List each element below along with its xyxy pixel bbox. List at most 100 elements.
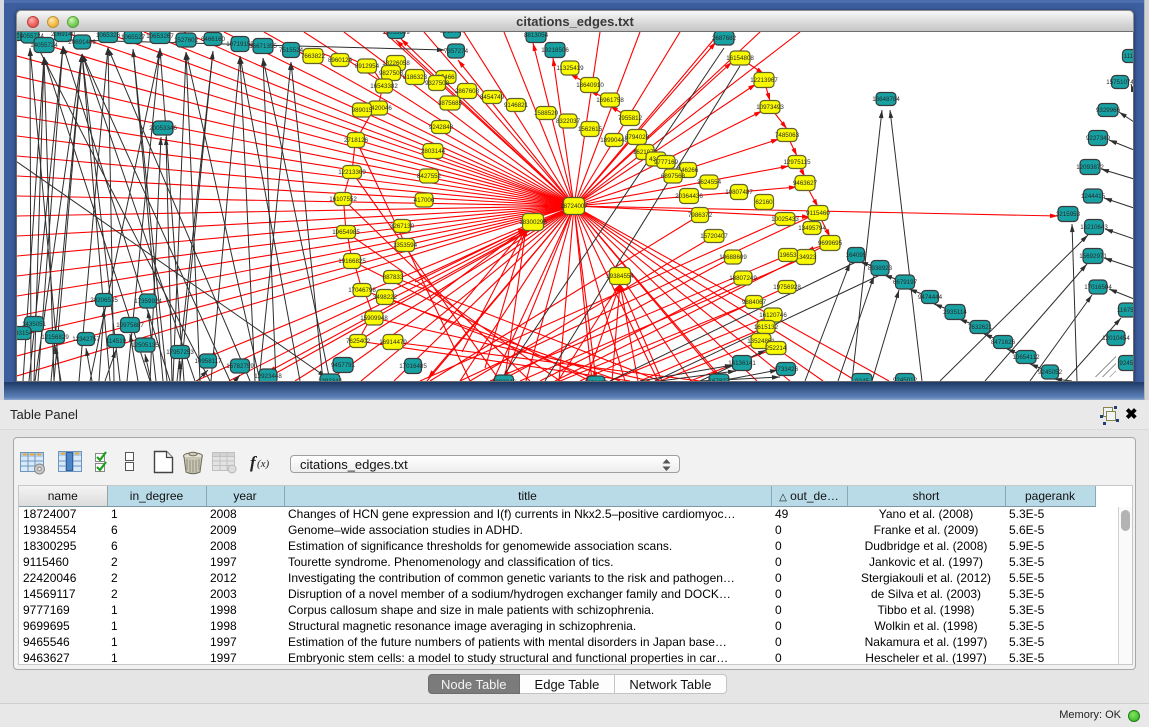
svg-text:164095: 164095 <box>846 252 867 259</box>
svg-text:(x): (x) <box>257 458 270 470</box>
svg-text:19756928: 19756928 <box>773 284 801 291</box>
svg-text:1292344: 1292344 <box>318 378 343 381</box>
svg-text:9827508: 9827508 <box>379 70 404 77</box>
svg-text:17016504: 17016504 <box>1084 284 1112 291</box>
svg-text:3215953: 3215953 <box>1056 211 1081 218</box>
svg-text:3267130: 3267130 <box>390 223 415 230</box>
svg-text:9227349: 9227349 <box>1086 135 1111 142</box>
svg-text:9457791: 9457791 <box>331 362 356 369</box>
svg-text:14136141: 14136141 <box>728 360 756 367</box>
svg-text:1678275: 1678275 <box>584 380 609 381</box>
svg-text:10958117: 10958117 <box>194 358 222 365</box>
svg-text:9463627: 9463627 <box>793 180 818 187</box>
svg-text:8960124: 8960124 <box>328 57 353 64</box>
svg-text:62160: 62160 <box>755 199 773 206</box>
svg-text:16671355: 16671355 <box>249 43 277 50</box>
svg-text:9884067: 9884067 <box>742 299 767 306</box>
svg-text:7986372: 7986372 <box>688 212 713 219</box>
svg-text:8938923: 8938923 <box>868 265 893 272</box>
svg-text:1588520: 1588520 <box>534 110 559 117</box>
svg-text:20053346: 20053346 <box>149 125 177 132</box>
svg-text:7485063: 7485063 <box>775 132 800 139</box>
svg-text:12010454: 12010454 <box>1102 335 1130 342</box>
svg-text:16033809: 16033809 <box>382 32 410 36</box>
svg-text:2687682: 2687682 <box>712 35 737 42</box>
svg-text:134923: 134923 <box>796 254 817 261</box>
svg-text:1353594: 1353594 <box>393 242 418 249</box>
svg-text:12505135: 12505135 <box>131 342 159 349</box>
svg-text:11125: 11125 <box>1124 53 1133 60</box>
svg-text:16648784: 16648784 <box>872 96 900 103</box>
svg-text:7357274: 7357274 <box>444 48 469 55</box>
svg-text:17016485: 17016485 <box>399 363 427 370</box>
svg-text:9329966: 9329966 <box>1096 107 1121 114</box>
svg-text:2935114: 2935114 <box>943 309 967 316</box>
svg-text:16107552: 16107552 <box>329 196 357 203</box>
svg-text:17046798: 17046798 <box>348 287 376 294</box>
svg-text:7515524: 7515524 <box>279 47 304 54</box>
svg-text:417006: 417006 <box>414 197 435 204</box>
svg-text:16914479: 16914479 <box>379 339 407 346</box>
svg-text:18640910: 18640910 <box>576 82 604 89</box>
svg-text:16961758: 16961758 <box>596 97 624 104</box>
svg-text:7955812: 7955812 <box>618 115 643 122</box>
svg-text:17359924: 17359924 <box>134 298 162 305</box>
svg-text:2069140: 2069140 <box>51 32 76 38</box>
svg-text:17957253: 17957253 <box>166 349 194 356</box>
svg-text:1733426: 1733426 <box>774 366 799 373</box>
svg-text:18807249: 18807249 <box>729 275 757 282</box>
svg-text:19166825: 19166825 <box>338 258 366 265</box>
svg-text:15909948: 15909948 <box>360 315 388 322</box>
svg-text:1065527: 1065527 <box>121 34 146 41</box>
svg-text:9777169: 9777169 <box>654 159 679 166</box>
svg-text:252214: 252214 <box>766 345 787 352</box>
svg-text:9146821: 9146821 <box>504 102 529 109</box>
svg-text:1244415: 1244415 <box>1081 193 1106 200</box>
svg-text:3498222: 3498222 <box>373 294 398 301</box>
svg-text:12093872: 12093872 <box>1076 164 1104 171</box>
svg-text:3875685: 3875685 <box>438 100 463 107</box>
svg-text:10653267: 10653267 <box>146 33 174 40</box>
svg-text:1615132: 1615132 <box>754 324 779 331</box>
svg-text:6794028: 6794028 <box>625 134 650 141</box>
svg-text:20691406: 20691406 <box>68 39 96 46</box>
svg-text:9327508: 9327508 <box>425 80 450 87</box>
svg-text:10807487: 10807487 <box>725 189 753 196</box>
svg-text:2718126: 2718126 <box>344 137 369 144</box>
svg-text:12213967: 12213967 <box>750 77 778 84</box>
svg-text:19218506: 19218506 <box>541 47 569 54</box>
svg-text:15720407: 15720407 <box>700 233 728 240</box>
svg-text:1092346: 1092346 <box>492 379 517 381</box>
svg-text:16120746: 16120746 <box>759 312 787 319</box>
svg-text:12975115: 12975115 <box>783 159 811 166</box>
svg-text:13495794: 13495794 <box>798 225 826 232</box>
svg-text:8186323: 8186323 <box>403 74 428 81</box>
svg-text:18724007: 18724007 <box>560 203 588 210</box>
svg-text:19653: 19653 <box>779 252 797 259</box>
svg-text:11325419: 11325419 <box>556 65 584 72</box>
svg-text:114519: 114519 <box>106 338 127 345</box>
svg-text:16782759: 16782759 <box>226 363 254 370</box>
svg-text:9245012: 9245012 <box>893 377 918 381</box>
svg-text:9245052: 9245052 <box>1038 369 1063 376</box>
svg-text:19384554: 19384554 <box>606 273 634 280</box>
svg-text:7625402: 7625402 <box>346 338 371 345</box>
svg-text:15751074: 15751074 <box>1106 79 1133 86</box>
svg-text:10654112: 10654112 <box>1012 354 1040 361</box>
svg-text:1562615: 1562615 <box>578 126 603 133</box>
svg-text:12923448: 12923448 <box>254 373 282 380</box>
svg-text:9115460: 9115460 <box>806 210 830 217</box>
svg-text:8454749: 8454749 <box>480 94 505 101</box>
svg-text:16543382: 16543382 <box>370 83 398 90</box>
svg-text:7632621: 7632621 <box>968 324 993 331</box>
svg-text:12156829: 12156829 <box>41 334 69 341</box>
svg-text:92450: 92450 <box>1119 360 1133 367</box>
svg-text:6897568: 6897568 <box>661 173 686 180</box>
svg-text:19654985: 19654985 <box>332 229 360 236</box>
svg-text:8813054: 8813054 <box>524 32 549 39</box>
svg-text:6466160: 6466160 <box>201 36 226 43</box>
svg-text:1527602: 1527602 <box>174 37 199 44</box>
svg-text:14055724: 14055724 <box>30 42 58 49</box>
svg-text:10688609: 10688609 <box>719 254 747 261</box>
svg-text:116753: 116753 <box>1117 307 1133 314</box>
